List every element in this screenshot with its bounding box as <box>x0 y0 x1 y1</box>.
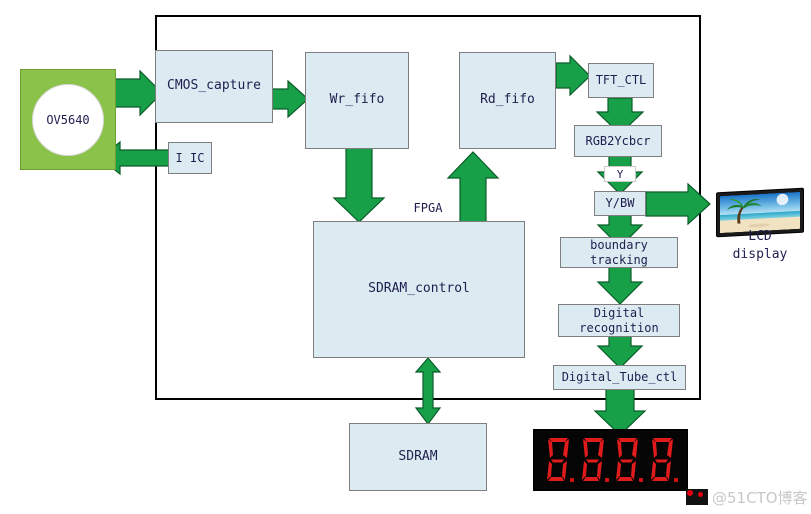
lcd-display-caption: LCD display <box>710 228 810 263</box>
camera-module-ov5640: OV5640 <box>20 69 116 170</box>
arrow-sdramctl-sdram-bidir <box>414 357 442 425</box>
edge-label-y: Y <box>604 166 636 182</box>
block-tft-ctl-label: TFT_CTL <box>595 73 647 87</box>
seven-segment-display <box>533 429 688 491</box>
watermark: @51CTO博客 <box>686 484 808 510</box>
block-digital-recognition-line2: recognition <box>579 320 659 335</box>
block-rgb2ycbcr-label: RGB2Ycbcr <box>585 133 651 148</box>
block-sdram[interactable]: SDRAM <box>349 423 487 491</box>
block-wr-fifo-label: Wr_fifo <box>329 92 385 108</box>
block-cmos-capture[interactable]: CMOS_capture <box>155 50 273 123</box>
watermark-logo-icon <box>686 489 708 505</box>
arrow-boundary-to-digital <box>596 265 644 305</box>
block-cmos-capture-label: CMOS_capture <box>167 78 261 94</box>
lcd-caption-line1: LCD <box>748 229 772 244</box>
block-y-bw[interactable]: Y/BW <box>594 191 646 216</box>
lcd-beach-image <box>720 191 800 234</box>
arrow-wrfifo-to-sdramctl <box>332 139 386 223</box>
seven-segment-digit <box>545 437 575 483</box>
camera-lens-label: OV5640 <box>32 83 104 156</box>
arrow-ybw-to-lcd <box>645 182 711 226</box>
lcd-screen <box>720 191 800 234</box>
block-digital-tube-ctl[interactable]: Digital_Tube_ctl <box>553 365 686 390</box>
block-digital-tube-ctl-label: Digital_Tube_ctl <box>561 370 678 384</box>
block-sdram-control[interactable]: SDRAM_control <box>313 221 525 358</box>
seven-segment-digit <box>649 437 678 483</box>
fpga-label: FPGA <box>413 201 443 215</box>
block-sdram-label: SDRAM <box>398 448 438 464</box>
block-wr-fifo[interactable]: Wr_fifo <box>305 52 409 149</box>
block-rd-fifo[interactable]: Rd_fifo <box>459 52 556 149</box>
block-boundary-tracking-line1: boundary <box>590 237 648 252</box>
block-digital-recognition[interactable]: Digital recognition <box>558 304 680 337</box>
block-sdram-control-label: SDRAM_control <box>368 281 470 297</box>
block-rgb2ycbcr[interactable]: RGB2Ycbcr <box>574 125 662 157</box>
lcd-caption-line2: display <box>732 246 788 262</box>
block-iic-label: I IC <box>175 150 205 165</box>
watermark-text: @51CTO博客 <box>712 488 808 507</box>
block-y-bw-label: Y/BW <box>605 196 635 210</box>
block-iic[interactable]: I IC <box>168 142 212 174</box>
block-digital-recognition-line1: Digital <box>593 305 645 320</box>
seven-segment-digit <box>614 437 644 483</box>
block-boundary-tracking[interactable]: boundary tracking <box>560 237 678 268</box>
block-rd-fifo-label: Rd_fifo <box>480 92 535 108</box>
arrow-digital-to-tubectl <box>596 334 644 369</box>
seven-segment-digit <box>580 437 609 483</box>
block-tft-ctl[interactable]: TFT_CTL <box>588 63 654 98</box>
arrow-rdfifo-to-tftctl <box>555 54 591 97</box>
arrow-cmos-to-wrfifo <box>271 79 309 119</box>
edge-label-y-text: Y <box>616 167 624 181</box>
diagram-canvas: FPGA OV5640 CMOS_capture Wr_fifo I IC Rd… <box>0 0 811 514</box>
block-boundary-tracking-line2: tracking <box>590 252 648 267</box>
